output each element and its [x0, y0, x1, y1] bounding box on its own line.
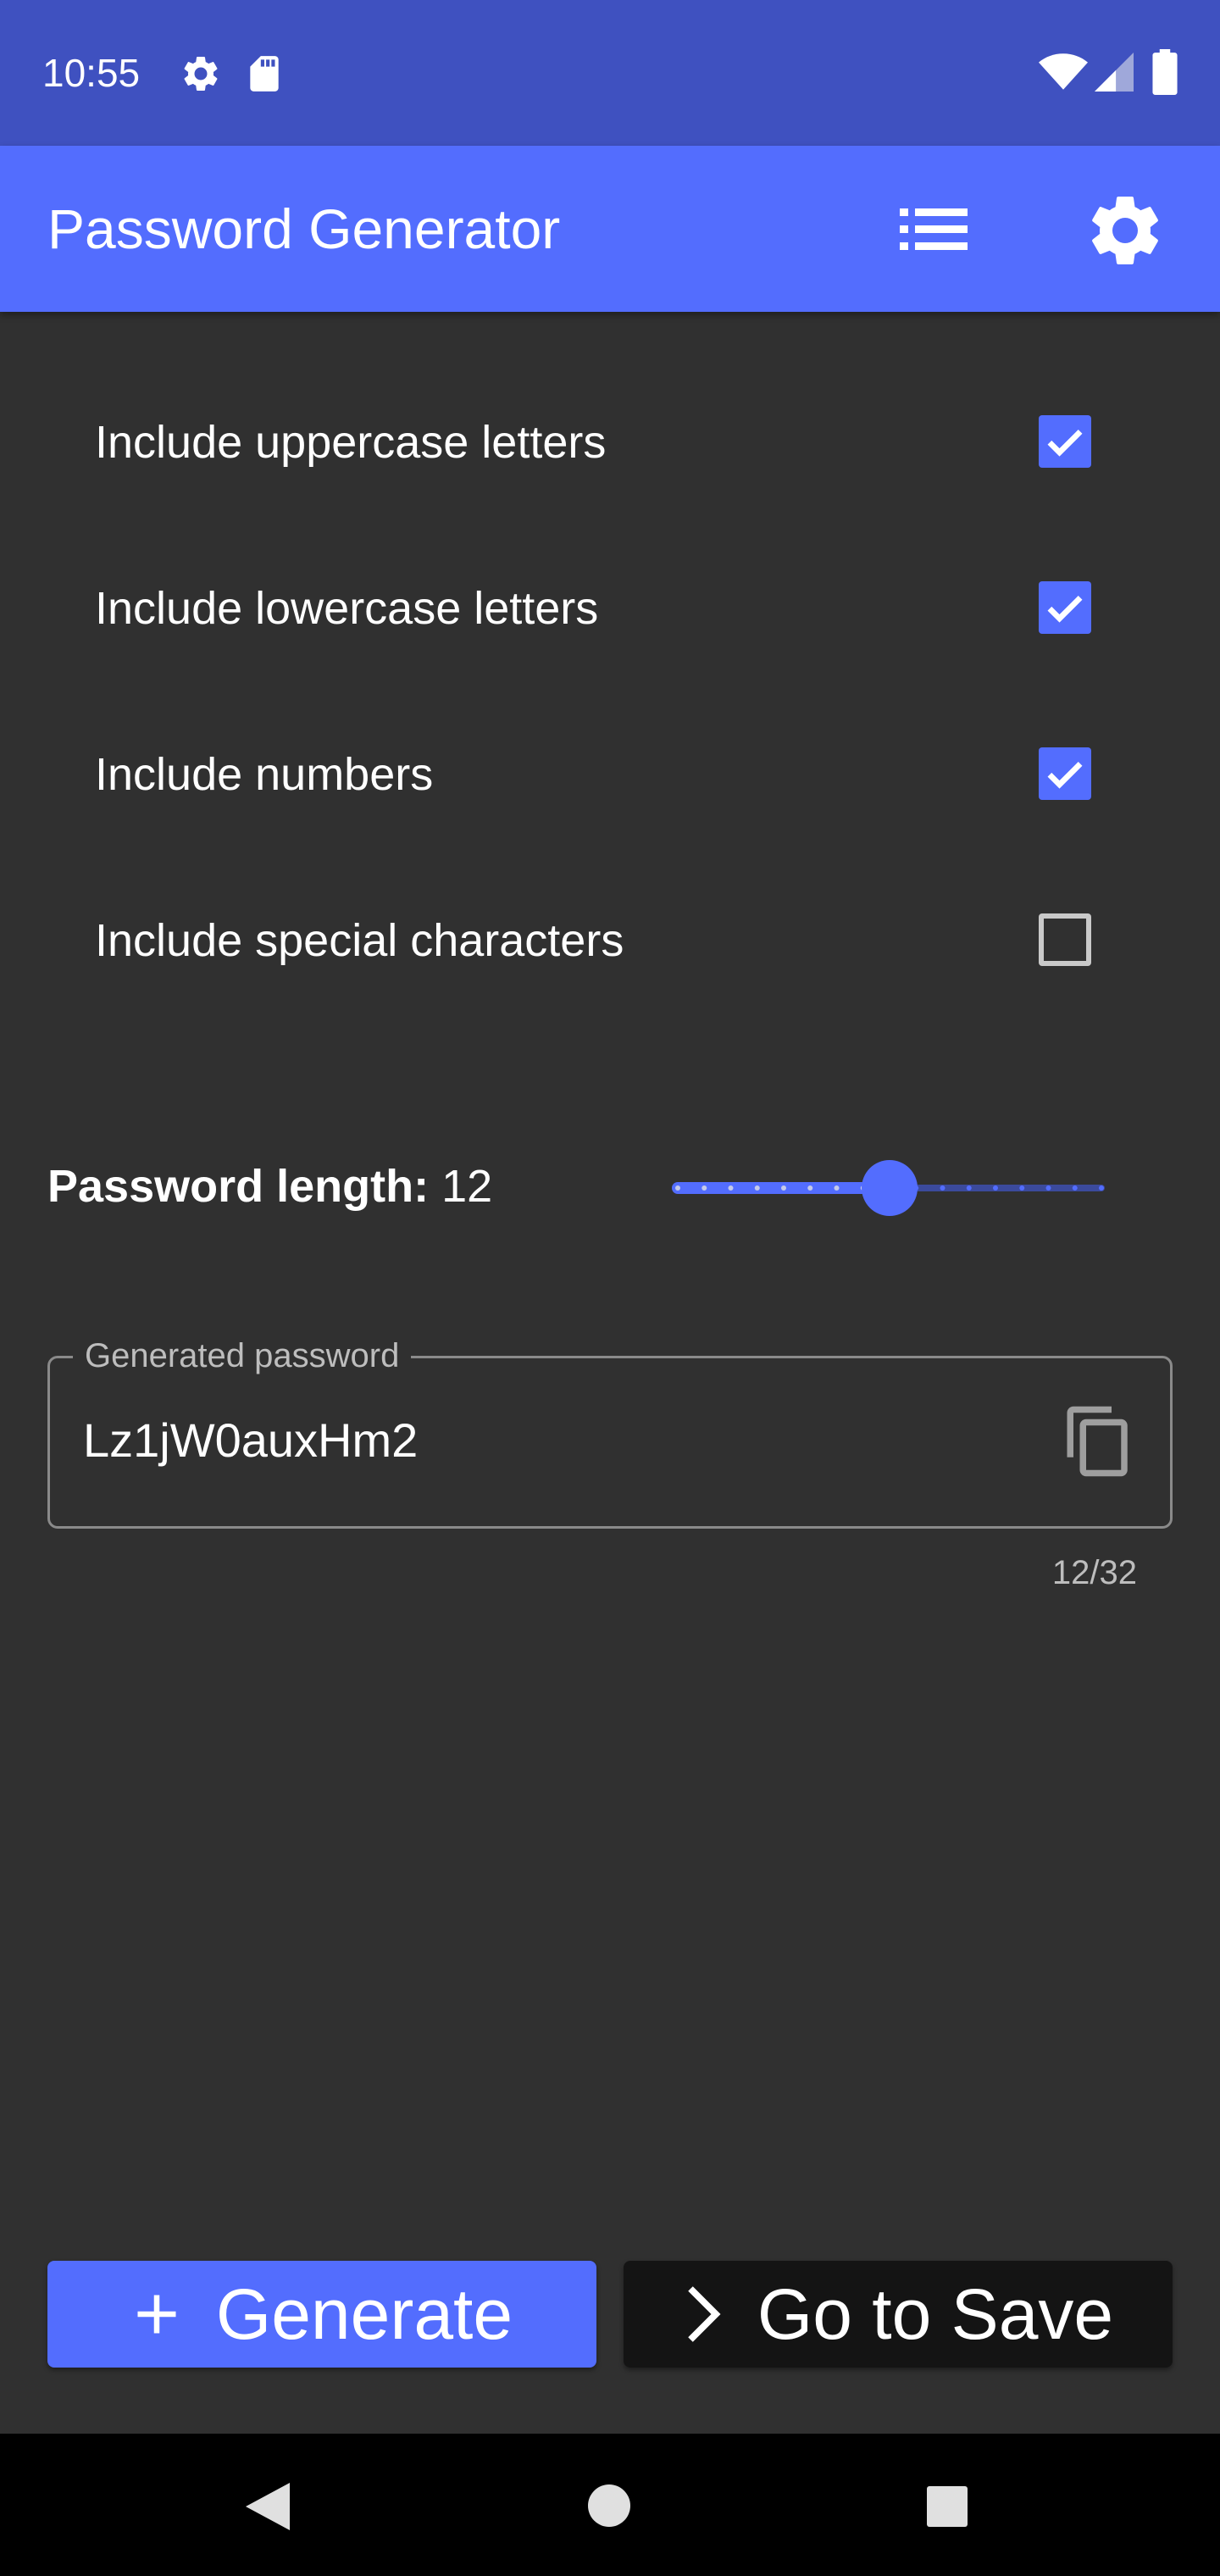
length-slider[interactable]	[669, 1154, 1110, 1222]
character-counter: 12/32	[1051, 1554, 1137, 1591]
lowercase-checkbox[interactable]	[1039, 581, 1091, 634]
check-icon	[1047, 430, 1083, 457]
slider-tick	[1072, 1185, 1078, 1191]
password-length-label: Password length: 12	[47, 1161, 492, 1212]
option-label: Include special characters	[95, 915, 624, 966]
status-bar: 10:55	[0, 0, 1220, 146]
slider-tick	[1045, 1185, 1051, 1191]
option-label: Include numbers	[95, 749, 434, 800]
sd-card-icon	[250, 56, 279, 92]
copy-icon[interactable]	[1061, 1403, 1137, 1480]
option-label: Include lowercase letters	[95, 583, 599, 634]
battery-icon	[1152, 49, 1178, 95]
generated-password-value[interactable]: Lz1jW0auxHm2	[83, 1413, 418, 1468]
numbers-checkbox[interactable]	[1039, 747, 1091, 800]
option-uppercase[interactable]: Include uppercase letters	[0, 358, 1220, 524]
slider-tick	[1019, 1185, 1025, 1191]
slider-tick	[993, 1185, 998, 1191]
gear-icon	[184, 56, 218, 91]
signal-icon	[1095, 53, 1134, 92]
slider-tick	[834, 1185, 840, 1191]
slider-thumb[interactable]	[862, 1160, 918, 1216]
check-icon	[1047, 762, 1083, 789]
back-icon[interactable]	[244, 2481, 291, 2532]
special-checkbox[interactable]	[1039, 913, 1091, 966]
check-icon	[1047, 596, 1083, 623]
slider-tick	[728, 1185, 734, 1191]
slider-track	[672, 1160, 1105, 1216]
app-title: Password Generator	[47, 197, 561, 260]
option-numbers[interactable]: Include numbers	[0, 690, 1220, 856]
wifi-icon	[1039, 53, 1088, 90]
plus-icon	[137, 2295, 176, 2334]
length-value: 12	[441, 1161, 493, 1212]
settings-icon[interactable]	[1083, 188, 1167, 273]
go-to-save-label: Go to Save	[757, 2273, 1114, 2354]
slider-tick	[807, 1185, 813, 1191]
slider-tick	[966, 1185, 972, 1191]
generated-password-label: Generated password	[73, 1335, 412, 1376]
slider-tick	[781, 1185, 786, 1191]
slider-tick	[675, 1185, 680, 1191]
go-to-save-button[interactable]: Go to Save	[624, 2261, 1173, 2368]
length-caption: Password length:	[47, 1161, 430, 1212]
uppercase-checkbox[interactable]	[1039, 415, 1091, 468]
generate-label: Generate	[215, 2273, 513, 2354]
chevron-right-icon	[688, 2286, 721, 2342]
status-time: 10:55	[42, 51, 141, 95]
generate-button[interactable]: Generate	[47, 2261, 596, 2368]
navigation-bar	[0, 2434, 1220, 2576]
slider-tick	[940, 1185, 946, 1191]
slider-tick	[1099, 1185, 1104, 1191]
option-special[interactable]: Include special characters	[0, 856, 1220, 1022]
home-icon[interactable]	[586, 2483, 632, 2529]
option-label: Include uppercase letters	[95, 417, 607, 468]
slider-tick	[702, 1185, 707, 1191]
recents-icon[interactable]	[925, 2484, 969, 2529]
app-bar: Password Generator	[0, 146, 1220, 312]
slider-tick	[754, 1185, 760, 1191]
option-lowercase[interactable]: Include lowercase letters	[0, 524, 1220, 690]
list-icon[interactable]	[898, 202, 971, 258]
